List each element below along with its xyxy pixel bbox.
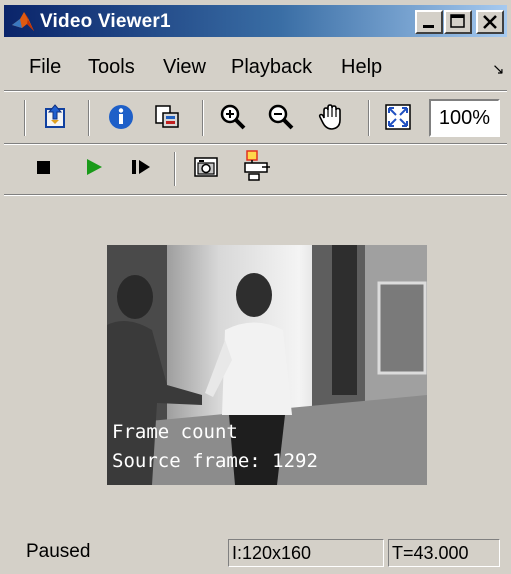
highlight-block-button[interactable] [242,150,272,181]
menu-separator [4,90,507,92]
menu-file[interactable]: File [29,56,61,79]
toolbar-separator-2 [202,100,204,136]
menu-arrow-icon[interactable]: ↘ [492,60,505,78]
status-state: Paused [26,541,91,562]
fit-to-view-button[interactable] [383,102,413,132]
zoom-out-button[interactable] [266,102,296,132]
minimize-icon [423,25,434,28]
matlab-logo-icon [12,12,34,31]
status-time: T=43.000 [388,539,500,567]
toolbar-separator-1 [88,100,90,136]
open-model-icon [45,104,65,128]
video-viewer-window: Video Viewer1 File Tools View Playback H… [0,0,511,574]
menu-playback[interactable]: Playback [231,56,312,79]
menu-bar: File Tools View Playback Help ↘ [4,48,507,88]
play-icon [87,159,102,175]
step-forward-icon [132,160,150,174]
zoom-out-icon [268,104,294,130]
snapshot-icon [194,157,218,177]
zoom-level-field[interactable]: 100% [429,99,500,137]
zoom-in-icon [220,104,246,130]
play-button[interactable] [79,152,109,182]
zoom-in-button[interactable] [218,102,248,132]
maximize-button[interactable] [444,10,472,34]
info-icon [109,105,133,129]
open-model-button[interactable] [40,102,70,132]
toolbar-separator-4 [174,152,176,186]
toolbar-separator-3 [368,100,370,136]
toolbar-separator [4,143,507,145]
pan-button[interactable] [316,102,346,132]
title-bar[interactable]: Video Viewer1 [4,5,507,37]
close-icon [483,15,497,29]
video-image [107,245,427,485]
menu-tools[interactable]: Tools [88,56,135,79]
print-icon [155,105,179,128]
close-button[interactable] [476,10,504,34]
video-frame[interactable]: Frame count Source frame: 1292 [107,245,427,485]
window-title: Video Viewer1 [40,11,171,32]
snapshot-button[interactable] [191,152,221,182]
menu-help[interactable]: Help [341,56,382,79]
menu-view[interactable]: View [163,56,206,79]
print-button[interactable] [152,102,182,132]
minimize-button[interactable] [415,10,443,34]
pan-hand-icon [318,104,341,130]
overlay-frame-count: Frame count [112,421,238,443]
toolbar-grip [24,100,26,136]
maximize-icon [450,14,465,28]
stop-button[interactable] [29,152,59,182]
stop-icon [37,161,50,174]
info-button[interactable] [106,102,136,132]
canvas-top-border [4,194,507,196]
status-bar: Paused I:120x160 T=43.000 [4,533,507,571]
highlight-block-icon [244,150,270,181]
overlay-source-frame: Source frame: 1292 [112,450,318,472]
status-image-size: I:120x160 [228,539,384,567]
step-forward-button[interactable] [126,152,156,182]
fit-to-view-icon [385,104,411,130]
